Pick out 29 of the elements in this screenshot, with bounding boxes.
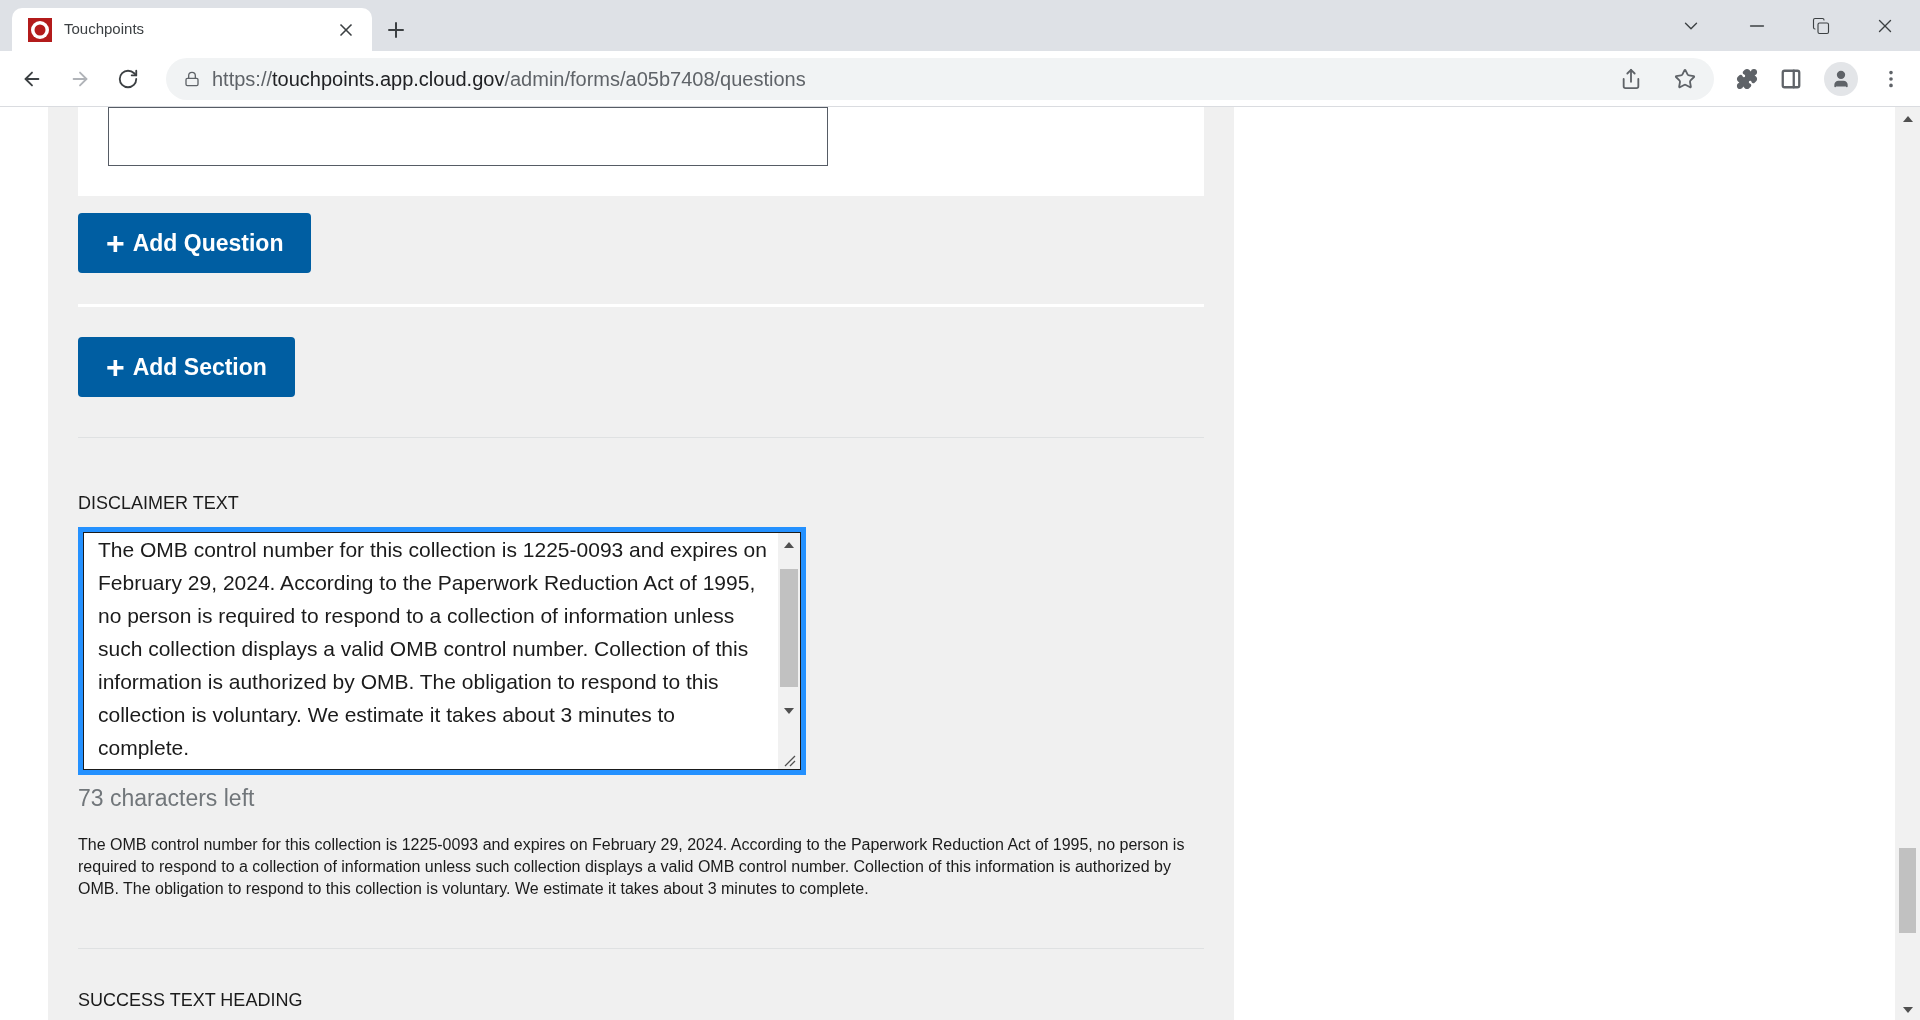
scroll-down-icon[interactable] — [1902, 1006, 1913, 1014]
lock-icon — [184, 70, 200, 87]
reload-icon — [117, 67, 139, 90]
bookmark-star-icon[interactable] — [1674, 67, 1696, 90]
scrollbar-thumb[interactable] — [780, 569, 798, 687]
scroll-up-icon[interactable] — [1902, 115, 1913, 123]
scroll-down-icon[interactable] — [784, 707, 794, 715]
input-field[interactable] — [108, 107, 828, 166]
restore-icon[interactable] — [1812, 16, 1830, 35]
field-label: DISCLAIMER TEXT — [78, 492, 240, 515]
tab-title: Touchpoints — [64, 19, 146, 40]
address-bar[interactable]: https://touchpoints.app.cloud.gov/admin/forms/a05b7408/questions — [166, 57, 1714, 100]
field-label: SUCCESS TEXT HEADING — [78, 988, 304, 1012]
favicon-icon — [28, 17, 52, 42]
side-panel-icon[interactable] — [1780, 67, 1802, 90]
share-icon[interactable] — [1620, 67, 1642, 90]
add-button[interactable]: + Add Section — [78, 337, 295, 397]
character-counter: 73 characters left — [78, 784, 256, 813]
disclaimer-text: The OMB control number for this collection is 1225-0093 and expires on February 29, 2024. According to the Paperwork Reduction Act of 1995, no person is required to respond to a collection of information unless such collection displays a valid OMB control number. Collection of this information is authorized by OMB. The obligation to respond to this collection is voluntary. We estimate it takes about 3 minutes to complete. — [98, 537, 768, 761]
resize-handle-icon[interactable] — [782, 753, 796, 767]
url-text: https://touchpoints.app.cloud.gov/admin/forms/a05b7408/questions — [212, 66, 807, 92]
disclaimer-textarea[interactable] — [78, 527, 806, 775]
add-button[interactable]: + Add Question — [78, 213, 312, 273]
scroll-up-icon[interactable] — [784, 541, 794, 549]
extensions-icon[interactable] — [1736, 67, 1758, 90]
browser-tab[interactable]: Touchpoints — [12, 8, 372, 51]
scrollbar-thumb[interactable] — [1899, 848, 1916, 933]
profile-icon[interactable] — [1824, 61, 1858, 96]
disclaimer-preview: The OMB control number for this collection is 1225-0093 and expires on February 29, 2024. According to the Paperwork Reduction Act of 1995, no person is required to respond to a collection of information unless such collection displays a valid OMB control number. Collection of this information is authorized by OMB. The obligation to respond to this collection is voluntary. We estimate it takes about 3 minutes to complete. — [78, 834, 1186, 899]
